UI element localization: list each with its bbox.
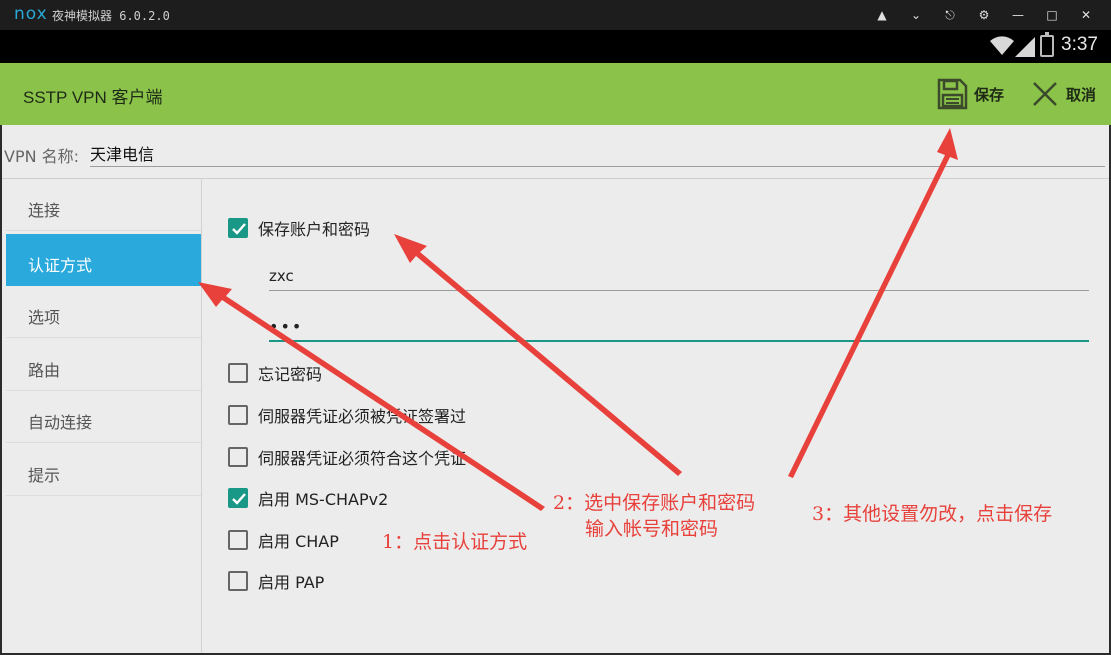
signal-icon [1015, 37, 1035, 57]
server-cert-match-checkbox[interactable] [228, 447, 248, 467]
maximize-icon[interactable]: □ [1035, 5, 1069, 25]
android-status-bar: 3:37 [0, 30, 1111, 63]
emulator-title: 夜神模拟器 6.0.2.0 [52, 9, 170, 23]
save-account-checkbox[interactable] [228, 218, 248, 238]
close-icon[interactable]: ✕ [1069, 5, 1103, 25]
option-row[interactable]: 伺服器凭证必须被凭证签署过 [228, 402, 466, 428]
annotation-step2-sub: 输入帐号和密码 [585, 518, 719, 540]
checkmark-icon [232, 223, 246, 235]
settings-sidebar: 连接 认证方式 选项 路由 自动连接 提示 [2, 179, 202, 653]
nox-logo: nox [14, 4, 48, 24]
pap-checkbox[interactable] [228, 571, 248, 591]
battery-icon [1040, 32, 1054, 57]
chap-checkbox[interactable] [228, 530, 248, 550]
sidebar-item-routing[interactable]: 路由 [6, 339, 201, 391]
option-row[interactable]: 启用 CHAP [228, 527, 339, 553]
option-label: 伺服器凭证必须被凭证签署过 [258, 407, 467, 426]
vpn-name-input[interactable] [90, 141, 1105, 167]
sidebar-item-options[interactable]: 选项 [6, 286, 201, 338]
save-label: 保存 [974, 85, 1005, 104]
option-label: 启用 PAP [258, 573, 325, 592]
save-button[interactable]: 保存 [936, 77, 1004, 111]
floppy-disk-icon [937, 78, 968, 110]
option-row[interactable]: 忘记密码 [228, 360, 322, 386]
annotation-step1: 1：点击认证方式 [382, 531, 528, 553]
app-bar: SSTP VPN 客户端 保存 取消 [0, 63, 1111, 125]
annotation-step3: 3：其他设置勿改，点击保存 [812, 503, 1053, 525]
save-account-label: 保存账户和密码 [258, 220, 371, 239]
minimize-icon[interactable]: — [1001, 5, 1035, 25]
emulator-window: nox 夜神模拟器 6.0.2.0 ▲ ⌄ ⎋ ⚙ — □ ✕ 3:37 SST… [0, 0, 1111, 655]
cancel-label: 取消 [1066, 85, 1097, 104]
option-label: 启用 CHAP [258, 532, 339, 551]
save-account-checkbox-row[interactable]: 保存账户和密码 [228, 215, 370, 241]
cancel-button[interactable]: 取消 [1032, 77, 1096, 111]
forget-password-checkbox[interactable] [228, 363, 248, 383]
server-cert-signed-checkbox[interactable] [228, 405, 248, 425]
ms-chapv2-checkbox[interactable] [228, 488, 248, 508]
password-field[interactable] [269, 312, 1089, 342]
gear-icon[interactable]: ⚙ [967, 5, 1001, 25]
option-row[interactable]: 启用 MS-CHAPv2 [228, 485, 388, 511]
username-field[interactable] [269, 261, 1089, 291]
pin-icon[interactable]: ⎋ [933, 5, 967, 25]
option-row[interactable]: 伺服器凭证必须符合这个凭证 [228, 444, 466, 470]
option-label: 伺服器凭证必须符合这个凭证 [258, 449, 467, 468]
option-row[interactable]: 启用 PAP [228, 568, 324, 594]
authentication-pane: 保存账户和密码 忘记密码 伺服器凭证必须被凭证签署过 伺服器凭证必须符合这个凭证 [203, 179, 1109, 653]
checkmark-icon [232, 493, 246, 505]
annotation-step2: 2：选中保存账户和密码 [553, 492, 756, 514]
sidebar-item-connection[interactable]: 连接 [6, 179, 201, 231]
sidebar-item-hints[interactable]: 提示 [6, 444, 201, 496]
emulator-title-bar: nox 夜神模拟器 6.0.2.0 ▲ ⌄ ⎋ ⚙ — □ ✕ [0, 0, 1111, 30]
app-title: SSTP VPN 客户端 [23, 88, 163, 107]
sidebar-item-authentication[interactable]: 认证方式 [6, 234, 201, 286]
emulator-controls: ▲ ⌄ ⎋ ⚙ — □ ✕ [865, 5, 1103, 25]
vpn-name-label: VPN 名称: [4, 147, 80, 166]
shirt-icon[interactable]: ▲ [865, 5, 899, 25]
chevron-down-icon[interactable]: ⌄ [899, 5, 933, 25]
sidebar-item-auto-connect[interactable]: 自动连接 [6, 391, 201, 443]
close-icon [1033, 82, 1057, 106]
option-label: 启用 MS-CHAPv2 [258, 490, 389, 509]
wifi-icon [990, 36, 1014, 55]
vpn-name-row: VPN 名称: [2, 141, 1111, 171]
vpn-settings-content: VPN 名称: 连接 认证方式 选项 路由 自动连接 提示 保存账户和密码 忘 [0, 125, 1111, 655]
option-label: 忘记密码 [258, 365, 323, 384]
status-time: 3:37 [1061, 34, 1098, 55]
